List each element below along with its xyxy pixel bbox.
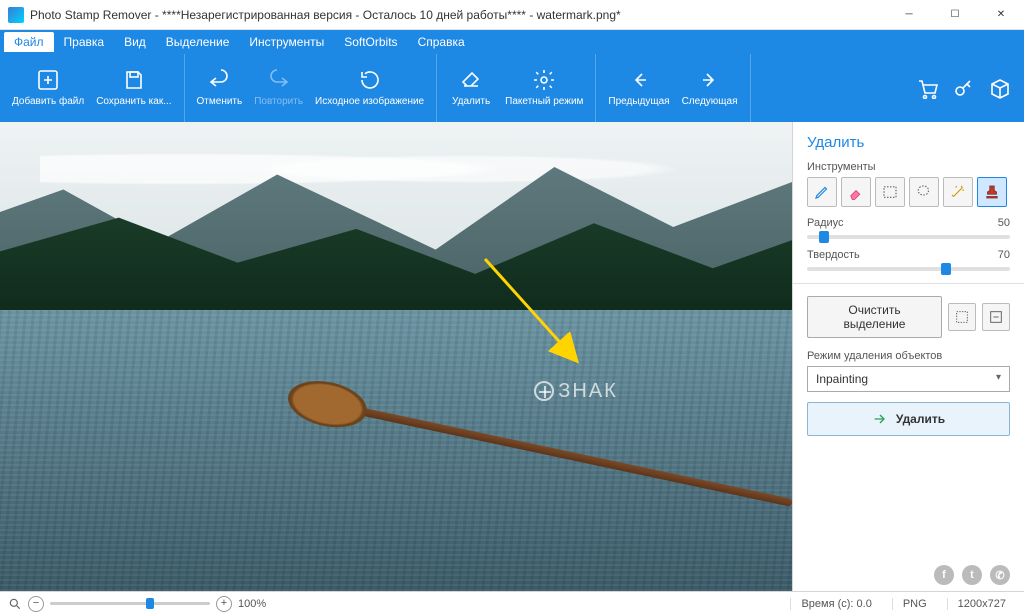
zoom-in-button[interactable]: + (216, 596, 232, 612)
panel-title: Удалить (807, 134, 1010, 151)
redo-label: Повторить (254, 96, 303, 108)
mode-label: Режим удаления объектов (807, 350, 1010, 362)
undo-icon (207, 68, 231, 92)
social-links: f t ✆ (934, 565, 1010, 585)
canvas[interactable]: ЗНАК (0, 122, 792, 591)
status-dimensions: 1200x727 (947, 598, 1016, 610)
status-time: Время (с): 0.0 (790, 598, 881, 610)
maximize-button[interactable]: ☐ (932, 0, 978, 30)
box-icon[interactable] (988, 77, 1010, 99)
plus-icon (36, 68, 60, 92)
erase-icon (459, 68, 483, 92)
window-controls: ─ ☐ ✕ (886, 0, 1024, 30)
arrow-right-green-icon (872, 411, 888, 427)
cart-icon[interactable] (916, 77, 938, 99)
close-button[interactable]: ✕ (978, 0, 1024, 30)
next-image-button[interactable]: Следующая (676, 54, 744, 122)
zoom-out-button[interactable]: − (28, 596, 44, 612)
original-image-button[interactable]: Исходное изображение (309, 54, 430, 122)
hardness-label: Твердость (807, 249, 860, 261)
hardness-value: 70 (998, 249, 1010, 261)
select-invert-button[interactable] (948, 303, 976, 331)
prev-label: Предыдущая (608, 96, 669, 108)
save-icon (122, 68, 146, 92)
batch-label: Пакетный режим (505, 96, 583, 108)
ribbon-right-icons (916, 77, 1024, 99)
toolbar-ribbon: Добавить файл Сохранить как... Отменить … (0, 54, 1024, 122)
watermark-overlay: ЗНАК (534, 380, 618, 403)
menu-file[interactable]: Файл (4, 32, 54, 52)
image-content: ЗНАК (0, 122, 792, 591)
select-all-button[interactable] (982, 303, 1010, 331)
key-icon[interactable] (952, 77, 974, 99)
status-format: PNG (892, 598, 937, 610)
side-panel: Удалить Инструменты Радиус 50 Твердость … (792, 122, 1024, 591)
tool-magic-wand[interactable] (943, 177, 973, 207)
menubar: Файл Правка Вид Выделение Инструменты So… (0, 30, 1024, 54)
minimize-button[interactable]: ─ (886, 0, 932, 30)
save-as-button[interactable]: Сохранить как... (90, 54, 177, 122)
tools-label: Инструменты (807, 161, 1010, 173)
tool-rect-select[interactable] (875, 177, 905, 207)
zoom-fit-icon[interactable] (8, 597, 22, 611)
batch-mode-button[interactable]: Пакетный режим (499, 54, 589, 122)
mode-value: Inpainting (816, 372, 868, 386)
tool-lasso[interactable] (909, 177, 939, 207)
tool-eraser[interactable] (841, 177, 871, 207)
rss-icon[interactable]: ✆ (990, 565, 1010, 585)
tool-stamp[interactable] (977, 177, 1007, 207)
radius-slider[interactable]: Радиус 50 (807, 217, 1010, 239)
tool-row (807, 177, 1010, 207)
gear-icon (532, 68, 556, 92)
zoom-percent: 100% (238, 598, 266, 610)
zoom-controls: − + 100% (8, 596, 266, 612)
menu-edit[interactable]: Правка (54, 32, 115, 52)
zoom-slider[interactable] (50, 602, 210, 605)
undo-button[interactable]: Отменить (191, 54, 249, 122)
undo-label: Отменить (197, 96, 243, 108)
app-icon (8, 7, 24, 23)
watermark-text: ЗНАК (558, 380, 618, 403)
refresh-icon (358, 68, 382, 92)
add-file-button[interactable]: Добавить файл (6, 54, 90, 122)
remove-button[interactable]: Удалить (807, 402, 1010, 436)
clear-selection-button[interactable]: Очистить выделение (807, 296, 942, 338)
hardness-slider[interactable]: Твердость 70 (807, 249, 1010, 271)
menu-selection[interactable]: Выделение (156, 32, 240, 52)
radius-label: Радиус (807, 217, 844, 229)
menu-tools[interactable]: Инструменты (239, 32, 334, 52)
arrow-right-icon (698, 68, 722, 92)
main-area: ЗНАК Удалить Инструменты Радиус 50 (0, 122, 1024, 591)
twitter-icon[interactable]: t (962, 565, 982, 585)
remove-button-label: Удалить (896, 412, 945, 426)
radius-value: 50 (998, 217, 1010, 229)
facebook-icon[interactable]: f (934, 565, 954, 585)
menu-help[interactable]: Справка (408, 32, 475, 52)
titlebar: Photo Stamp Remover - ****Незарегистриро… (0, 0, 1024, 30)
plus-circle-icon (534, 381, 554, 401)
add-file-label: Добавить файл (12, 96, 84, 108)
arrow-left-icon (627, 68, 651, 92)
statusbar: − + 100% Время (с): 0.0 PNG 1200x727 (0, 591, 1024, 615)
save-as-label: Сохранить как... (96, 96, 171, 108)
mode-dropdown[interactable]: Inpainting (807, 366, 1010, 392)
original-label: Исходное изображение (315, 96, 424, 108)
redo-button[interactable]: Повторить (248, 54, 309, 122)
remove-ribbon-button[interactable]: Удалить (443, 54, 499, 122)
prev-image-button[interactable]: Предыдущая (602, 54, 675, 122)
remove-ribbon-label: Удалить (452, 96, 490, 108)
menu-softorbits[interactable]: SoftOrbits (334, 32, 407, 52)
next-label: Следующая (682, 96, 738, 108)
window-title: Photo Stamp Remover - ****Незарегистриро… (30, 8, 886, 22)
menu-view[interactable]: Вид (114, 32, 156, 52)
redo-icon (267, 68, 291, 92)
tool-pencil[interactable] (807, 177, 837, 207)
